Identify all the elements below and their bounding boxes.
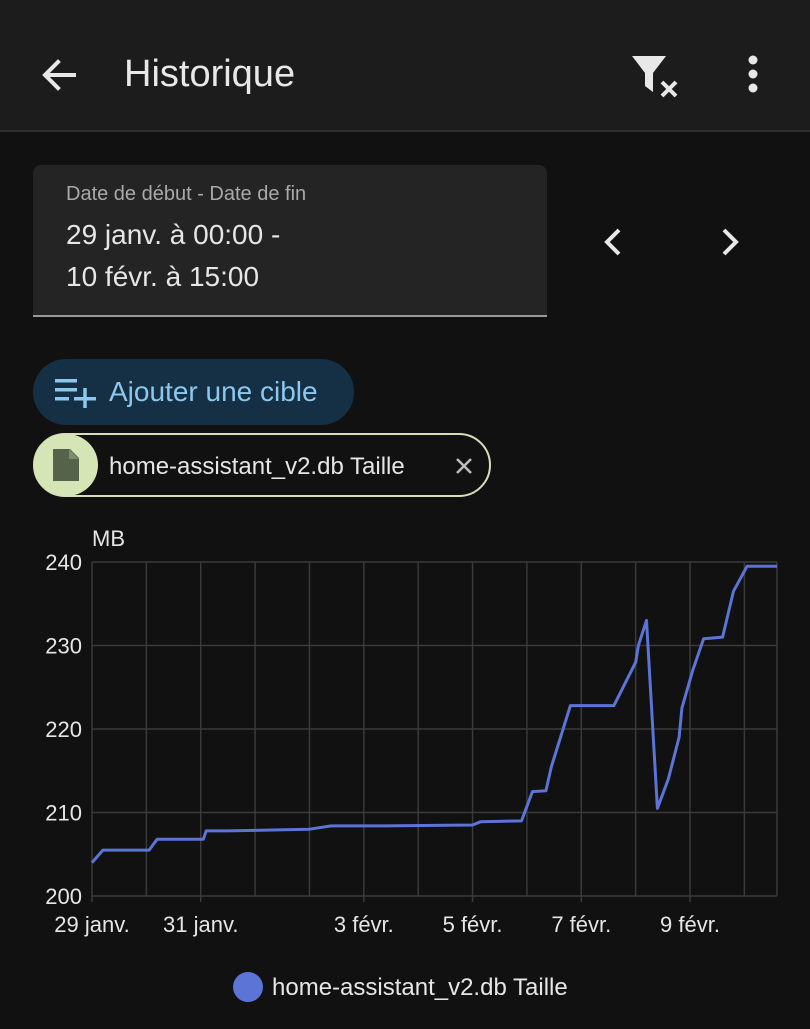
legend-label: home-assistant_v2.db Taille [272, 974, 568, 1001]
date-range-start: 29 janv. à 00:00 - [66, 219, 281, 250]
page-title: Historique [124, 53, 296, 95]
arrow-left-icon [42, 59, 76, 91]
legend-swatch [233, 972, 263, 1002]
date-range-label: Date de début - Date de fin [66, 183, 307, 205]
close-icon [456, 458, 472, 474]
chevron-right-icon [722, 228, 739, 256]
history-chart: 200 210 220 230 240 MB 29 janv. 31 janv. 3 févr.… [0, 515, 810, 1024]
y-tick-label: 200 [45, 884, 82, 909]
add-target-label: Ajouter une cible [109, 376, 318, 407]
filter-remove-icon [632, 56, 678, 98]
chevron-left-icon [604, 228, 621, 256]
x-tick-label: 3 févr. [334, 912, 394, 937]
y-unit-label: MB [92, 526, 125, 551]
target-chip-label: home-assistant_v2.db Taille [109, 453, 405, 480]
x-tick-label: 9 févr. [660, 912, 720, 937]
previous-period-button[interactable] [596, 222, 632, 262]
remove-target-button[interactable] [451, 453, 477, 479]
target-chip[interactable]: home-assistant_v2.db Taille [33, 433, 491, 497]
clear-filter-button[interactable] [628, 52, 684, 102]
y-tick-label: 210 [45, 801, 82, 826]
chart-svg: 200 210 220 230 240 MB 29 janv. 31 janv. 3 févr.… [45, 526, 778, 1002]
x-tick-label: 31 janv. [163, 912, 238, 937]
file-icon [53, 449, 79, 481]
top-app-bar: Historique [0, 0, 810, 132]
series-line [90, 564, 777, 864]
date-range-picker[interactable]: Date de début - Date de fin 29 janv. à 0… [33, 165, 547, 317]
add-target-button[interactable]: Ajouter une cible [33, 359, 354, 425]
back-button[interactable] [36, 52, 82, 98]
next-period-button[interactable] [712, 222, 748, 262]
x-tick-label: 29 janv. [54, 912, 129, 937]
chip-avatar [34, 434, 98, 496]
dots-vertical-icon [748, 55, 758, 93]
y-tick-label: 230 [45, 634, 82, 659]
playlist-plus-icon [55, 379, 96, 408]
more-options-button[interactable] [738, 52, 768, 98]
y-tick-label: 220 [45, 717, 82, 742]
date-range-end: 10 févr. à 15:00 [66, 261, 260, 292]
x-tick-label: 5 févr. [443, 912, 503, 937]
x-tick-label: 7 févr. [551, 912, 611, 937]
y-tick-label: 240 [45, 550, 82, 575]
